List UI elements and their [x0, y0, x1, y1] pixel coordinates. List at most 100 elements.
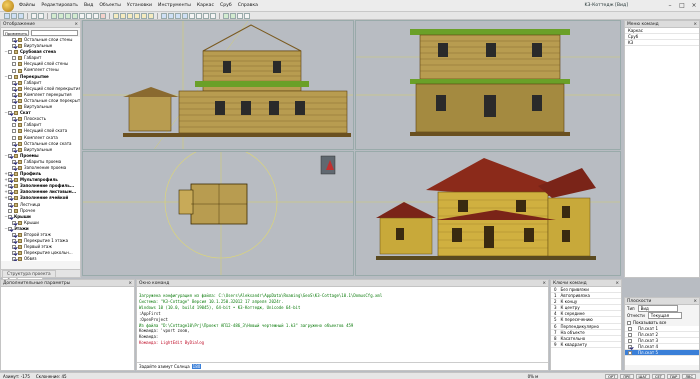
panel-close-icon[interactable]: × [693, 298, 697, 305]
viewport-side[interactable] [355, 20, 621, 150]
window-icon[interactable] [134, 12, 140, 19]
rotate-icon[interactable] [93, 12, 99, 19]
visibility-checkbox[interactable] [12, 135, 16, 140]
visibility-checkbox[interactable] [8, 50, 12, 55]
visibility-checkbox[interactable] [8, 208, 12, 213]
status-toggle-button[interactable]: ЛВС [682, 373, 696, 379]
visibility-checkbox[interactable] [12, 233, 16, 238]
visibility-checkbox[interactable] [12, 68, 16, 73]
circle-icon[interactable] [65, 12, 71, 19]
visibility-checkbox[interactable] [12, 86, 16, 91]
light-icon[interactable] [230, 12, 236, 19]
visibility-checkbox[interactable] [8, 190, 12, 195]
menu-item[interactable]: Каркас [194, 0, 217, 12]
menu-item[interactable]: Объекты [96, 0, 124, 12]
status-toggle-button[interactable]: СЕТ [652, 373, 665, 379]
menu-item[interactable]: Вид [81, 0, 96, 12]
tab-project-structure[interactable]: Структура проекта [2, 270, 56, 277]
menu-item[interactable]: Инструменты [155, 0, 194, 12]
pan-icon[interactable] [182, 12, 188, 19]
undo-icon[interactable] [31, 12, 37, 19]
visibility-checkbox[interactable] [8, 214, 12, 219]
visibility-checkbox[interactable] [12, 159, 16, 164]
panel-close-icon[interactable]: × [542, 280, 546, 287]
panel-close-icon[interactable]: × [74, 21, 78, 28]
new-icon[interactable] [4, 12, 10, 19]
visibility-checkbox[interactable] [12, 92, 16, 97]
status-toggle-button[interactable]: ШАГ [635, 373, 650, 379]
plane-checkbox[interactable] [628, 344, 632, 349]
visibility-checkbox[interactable] [12, 98, 16, 103]
view-side-icon[interactable] [203, 12, 209, 19]
visibility-checkbox[interactable] [12, 44, 16, 49]
planes-attach-select[interactable]: Текущая [647, 312, 682, 319]
visibility-checkbox[interactable] [8, 226, 12, 231]
line-icon[interactable] [51, 12, 57, 19]
status-toggle-button[interactable]: ПРЕ [620, 373, 634, 379]
preset-select[interactable] [31, 29, 78, 36]
roof-icon[interactable] [127, 12, 133, 19]
viewport-front[interactable] [82, 20, 354, 150]
arc-icon[interactable] [58, 12, 64, 19]
command-menu-item[interactable]: K3 [625, 40, 699, 47]
plane-checkbox[interactable] [628, 350, 632, 355]
menu-item[interactable]: Файлы [16, 0, 38, 12]
visibility-checkbox[interactable] [8, 202, 12, 207]
preset-button[interactable]: Применить [3, 29, 29, 36]
command-input[interactable]: 180 [191, 364, 202, 369]
visibility-checkbox[interactable] [12, 257, 16, 261]
visibility-checkbox[interactable] [12, 245, 16, 250]
visibility-checkbox[interactable] [8, 172, 12, 177]
panel-close-icon[interactable]: × [128, 280, 132, 287]
panel-close-icon[interactable]: × [615, 280, 619, 287]
wall-icon[interactable] [113, 12, 119, 19]
menu-item[interactable]: Установки [124, 0, 155, 12]
zoom-all-icon[interactable] [175, 12, 181, 19]
visibility-checkbox[interactable] [12, 80, 16, 85]
layers-icon[interactable] [237, 12, 243, 19]
visibility-checkbox[interactable] [8, 74, 12, 79]
status-toggle-button[interactable]: ОРТ [605, 373, 619, 379]
menu-item[interactable]: Сруб [217, 0, 235, 12]
plane-checkbox[interactable] [628, 332, 632, 337]
plane-checkbox[interactable] [628, 326, 632, 331]
viewport-3d[interactable] [355, 151, 621, 276]
delete-icon[interactable] [100, 12, 106, 19]
open-icon[interactable] [11, 12, 17, 19]
planes-type-select[interactable]: Вид [637, 305, 678, 312]
save-icon[interactable] [18, 12, 24, 19]
visibility-checkbox[interactable] [12, 38, 16, 43]
app-logo-icon[interactable] [2, 0, 14, 12]
zoom-out-icon[interactable] [168, 12, 174, 19]
redo-icon[interactable] [38, 12, 44, 19]
visibility-checkbox[interactable] [8, 153, 12, 158]
plane-checkbox[interactable] [628, 338, 632, 343]
show-all-checkbox[interactable] [627, 320, 631, 325]
visibility-checkbox[interactable] [12, 239, 16, 244]
minimize-icon[interactable]: – [664, 0, 676, 12]
visibility-checkbox[interactable] [12, 105, 16, 110]
snap-key-row[interactable]: 9К квадранту [551, 342, 621, 348]
maximize-icon[interactable]: □ [676, 0, 688, 12]
visibility-checkbox[interactable] [12, 141, 16, 146]
visibility-checkbox[interactable] [8, 184, 12, 189]
visibility-checkbox[interactable] [8, 196, 12, 201]
viewport-plan[interactable] [82, 151, 354, 276]
tree-row[interactable]: Обвяз [2, 256, 80, 261]
visibility-checkbox[interactable] [12, 129, 16, 134]
move-icon[interactable] [79, 12, 85, 19]
visibility-checkbox[interactable] [12, 251, 16, 256]
status-toggle-button[interactable]: ПАР [666, 373, 681, 379]
stair-icon[interactable] [148, 12, 154, 19]
plane-row[interactable]: Пл.скат 5 [625, 350, 699, 357]
view-front-icon[interactable] [196, 12, 202, 19]
door-icon[interactable] [141, 12, 147, 19]
polyline-icon[interactable] [72, 12, 78, 19]
visibility-checkbox[interactable] [8, 111, 12, 116]
visibility-checkbox[interactable] [12, 62, 16, 67]
visibility-checkbox[interactable] [8, 178, 12, 183]
visibility-checkbox[interactable] [12, 56, 16, 61]
copy-icon[interactable] [86, 12, 92, 19]
close-icon[interactable]: × [688, 0, 700, 12]
menu-item[interactable]: Справка [235, 0, 261, 12]
